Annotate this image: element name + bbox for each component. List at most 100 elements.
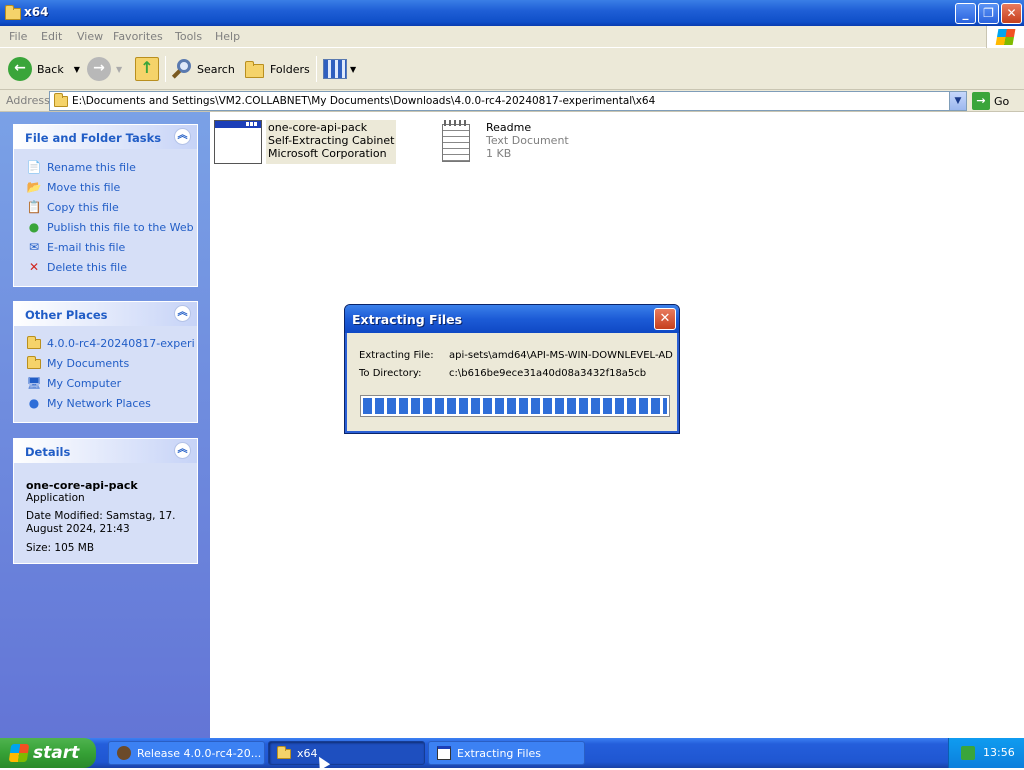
- address-input[interactable]: E:\Documents and Settings\VM2.COLLABNET\…: [49, 91, 967, 111]
- forward-dropdown-icon[interactable]: ▼: [116, 65, 122, 74]
- globe-icon: ●: [28, 220, 40, 234]
- panel-header[interactable]: Details ︽: [14, 439, 197, 463]
- menu-file[interactable]: File: [9, 30, 27, 43]
- address-dropdown-icon[interactable]: ▼: [949, 92, 966, 110]
- dialog-close-button[interactable]: ✕: [654, 308, 676, 330]
- delete-file-link[interactable]: ✕ Delete this file: [26, 258, 127, 276]
- start-button[interactable]: start: [0, 738, 96, 768]
- extracting-file-value: api-sets\amd64\API-MS-WIN-DOWNLEVEL-AD: [449, 350, 673, 361]
- details-modified: Date Modified: Samstag, 17. August 2024,…: [26, 510, 176, 535]
- forward-button[interactable]: → ▼: [87, 56, 122, 82]
- file-item[interactable]: Readme Text Document 1 KB: [440, 120, 571, 164]
- place-my-documents[interactable]: My Documents: [26, 354, 129, 372]
- menu-view[interactable]: View: [77, 30, 103, 43]
- window-icon: [437, 746, 451, 760]
- restore-button[interactable]: ❐: [978, 3, 999, 24]
- place-label: My Network Places: [47, 396, 151, 410]
- details-type: Application: [26, 492, 85, 504]
- title-bar[interactable]: x64 _ ❐ ✕: [0, 0, 1024, 26]
- back-label: Back: [37, 62, 64, 76]
- search-label: Search: [197, 62, 235, 76]
- task-label: E-mail this file: [47, 240, 126, 254]
- views-dropdown-icon[interactable]: ▼: [350, 65, 356, 74]
- task-label: Copy this file: [47, 200, 119, 214]
- go-arrow-icon: →: [972, 92, 990, 110]
- task-pane: File and Folder Tasks ︽ 📄 Rename this fil…: [0, 112, 210, 738]
- folders-icon: [243, 59, 265, 79]
- app-icon: [117, 746, 131, 760]
- to-directory-label: To Directory:: [359, 368, 422, 379]
- task-label: Delete this file: [47, 260, 127, 274]
- clock[interactable]: 13:56: [983, 746, 1015, 759]
- details-panel: Details ︽ one-core-api-pack Application …: [13, 438, 198, 564]
- address-label: Address: [6, 94, 50, 107]
- collapse-chevron-icon[interactable]: ︽: [174, 128, 191, 145]
- to-directory-value: c:\b616be9ece31a40d08a3432f18a5cb: [449, 368, 647, 379]
- up-folder-button[interactable]: ↑: [135, 56, 159, 82]
- address-value: E:\Documents and Settings\VM2.COLLABNET\…: [72, 95, 656, 107]
- dialog-body: Extracting File: api-sets\amd64\API-MS-W…: [348, 333, 676, 431]
- email-file-link[interactable]: ✉ E-mail this file: [26, 238, 125, 256]
- extraction-progress-bar: [360, 395, 670, 417]
- collapse-chevron-icon[interactable]: ︽: [174, 442, 191, 459]
- menu-help[interactable]: Help: [215, 30, 240, 43]
- panel-header[interactable]: Other Places ︽: [14, 302, 197, 326]
- folder-icon: [26, 335, 42, 351]
- collapse-chevron-icon[interactable]: ︽: [174, 305, 191, 322]
- search-button[interactable]: Search: [171, 56, 235, 82]
- start-label: start: [33, 743, 80, 763]
- menu-edit[interactable]: Edit: [41, 30, 62, 43]
- dialog-title: Extracting Files: [352, 312, 463, 327]
- folder-icon: [5, 5, 21, 20]
- folder-icon: [54, 93, 68, 107]
- taskbar-item-x64[interactable]: x64: [268, 741, 425, 765]
- taskbar-item-extracting[interactable]: Extracting Files: [428, 741, 585, 765]
- extracting-file-label: Extracting File:: [359, 350, 434, 361]
- back-dropdown-icon[interactable]: ▼: [74, 65, 80, 74]
- views-button[interactable]: ▼: [323, 56, 356, 82]
- copy-icon: 📋: [26, 200, 42, 214]
- close-button[interactable]: ✕: [1001, 3, 1022, 24]
- computer-icon: 🖥: [26, 376, 42, 390]
- panel-title: File and Folder Tasks: [25, 131, 162, 145]
- place-label: 4.0.0-rc4-20240817-experi: [47, 336, 195, 350]
- place-label: My Computer: [47, 376, 122, 390]
- taskbar-item-label: Extracting Files: [457, 746, 542, 760]
- task-label: Move this file: [47, 180, 121, 194]
- file-item[interactable]: one-core-api-pack Self-Extracting Cabine…: [214, 120, 397, 164]
- dialog-title-bar[interactable]: Extracting Files ✕: [345, 305, 679, 333]
- text-document-icon: [440, 120, 472, 164]
- application-icon: [214, 120, 262, 164]
- place-network-places[interactable]: ● My Network Places: [26, 394, 151, 412]
- go-button[interactable]: → Go: [972, 92, 1009, 110]
- place-parent-folder[interactable]: 4.0.0-rc4-20240817-experi: [26, 334, 195, 352]
- windows-logo-icon: [986, 26, 1024, 48]
- copy-file-link[interactable]: 📋 Copy this file: [26, 198, 119, 216]
- views-icon: [323, 59, 347, 79]
- rename-file-link[interactable]: 📄 Rename this file: [26, 158, 136, 176]
- details-size: Size: 105 MB: [26, 542, 95, 554]
- panel-header[interactable]: File and Folder Tasks ︽: [14, 125, 197, 149]
- publish-file-link[interactable]: ● Publish this file to the Web: [26, 218, 194, 236]
- taskbar-item-release[interactable]: Release 4.0.0-rc4-20...: [108, 741, 265, 765]
- menu-tools[interactable]: Tools: [175, 30, 202, 43]
- place-my-computer[interactable]: 🖥 My Computer: [26, 374, 121, 392]
- file-company: Microsoft Corporation: [268, 147, 387, 160]
- menu-favorites[interactable]: Favorites: [113, 30, 163, 43]
- back-arrow-icon: ←: [8, 57, 32, 81]
- taskbar-item-label: x64: [297, 746, 318, 760]
- up-folder-icon: ↑: [135, 57, 159, 81]
- folders-button[interactable]: Folders: [243, 56, 310, 82]
- panel-title: Other Places: [25, 308, 108, 322]
- email-icon: ✉: [28, 240, 40, 254]
- place-label: My Documents: [47, 356, 130, 370]
- move-file-link[interactable]: 📂 Move this file: [26, 178, 121, 196]
- tray-app-icon[interactable]: [961, 746, 975, 760]
- task-label: Publish this file to the Web: [47, 220, 194, 234]
- back-button[interactable]: ← Back ▼: [8, 56, 80, 82]
- minimize-button[interactable]: _: [955, 3, 976, 24]
- folder-icon: [277, 746, 291, 760]
- search-icon: [171, 58, 193, 80]
- extracting-files-dialog: Extracting Files ✕ Extracting File: api-…: [344, 304, 680, 434]
- taskbar: start Release 4.0.0-rc4-20... x64 Extrac…: [0, 738, 1024, 768]
